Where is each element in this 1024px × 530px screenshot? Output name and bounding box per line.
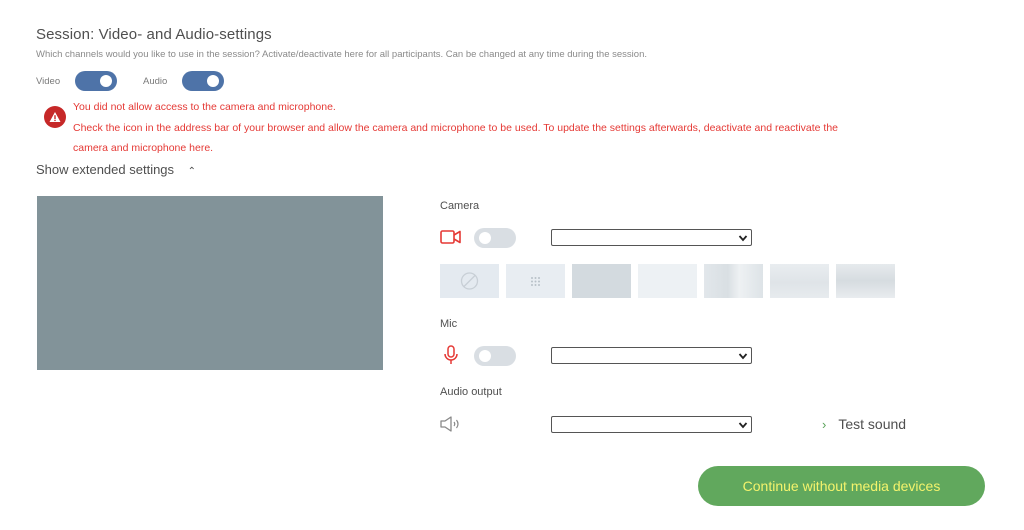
background-thumbnail-7[interactable] [836, 264, 895, 298]
toggle-knob [479, 350, 491, 362]
background-thumbnail-4[interactable] [638, 264, 697, 298]
toggle-knob [479, 232, 491, 244]
camera-icon [440, 229, 462, 250]
error-message-line1: You did not allow access to the camera a… [73, 101, 336, 113]
camera-label: Camera [440, 200, 480, 212]
audio-label: Audio [143, 76, 168, 87]
chevron-right-icon: › [822, 417, 827, 432]
audio-output-label: Audio output [440, 386, 502, 398]
blur-icon [531, 277, 540, 286]
chevron-down-icon [738, 422, 748, 429]
chevron-up-icon: ⌃ [187, 166, 197, 177]
error-message-line2: Check the icon in the address bar of you… [73, 122, 839, 134]
camera-select[interactable] [551, 229, 752, 246]
chevron-down-icon [738, 353, 748, 360]
background-thumbnail-3[interactable] [572, 264, 631, 298]
settings-subtitle: Which channels would you like to use in … [36, 49, 647, 60]
microphone-icon [443, 345, 459, 370]
warning-icon [44, 106, 66, 128]
video-label: Video [36, 76, 61, 87]
background-none[interactable] [440, 264, 499, 298]
chevron-down-icon [738, 235, 748, 242]
no-background-icon [460, 272, 479, 290]
background-blur[interactable] [506, 264, 565, 298]
mic-label: Mic [440, 318, 458, 330]
mic-select[interactable] [551, 347, 752, 364]
speaker-icon [440, 416, 462, 437]
background-thumbnail-5[interactable] [704, 264, 763, 298]
background-thumbnail-6[interactable] [770, 264, 829, 298]
mic-toggle[interactable] [474, 346, 516, 366]
video-toggle[interactable] [75, 71, 117, 91]
audio-toggle[interactable] [182, 71, 224, 91]
audio-output-select[interactable] [551, 416, 752, 433]
continue-without-media-button[interactable]: Continue without media devices [698, 466, 985, 506]
test-sound-link[interactable]: › Test sound [822, 416, 906, 432]
settings-title: Session: Video- and Audio-settings [36, 26, 272, 43]
extended-settings-label: Show extended settings [36, 162, 175, 177]
test-sound-label: Test sound [838, 416, 907, 432]
toggle-knob [100, 75, 112, 87]
show-extended-settings-toggle[interactable]: Show extended settings ⌃ [36, 162, 196, 177]
error-message-line3: camera and microphone here. [73, 142, 214, 154]
toggle-knob [207, 75, 219, 87]
video-preview [37, 196, 383, 370]
camera-toggle[interactable] [474, 228, 516, 248]
